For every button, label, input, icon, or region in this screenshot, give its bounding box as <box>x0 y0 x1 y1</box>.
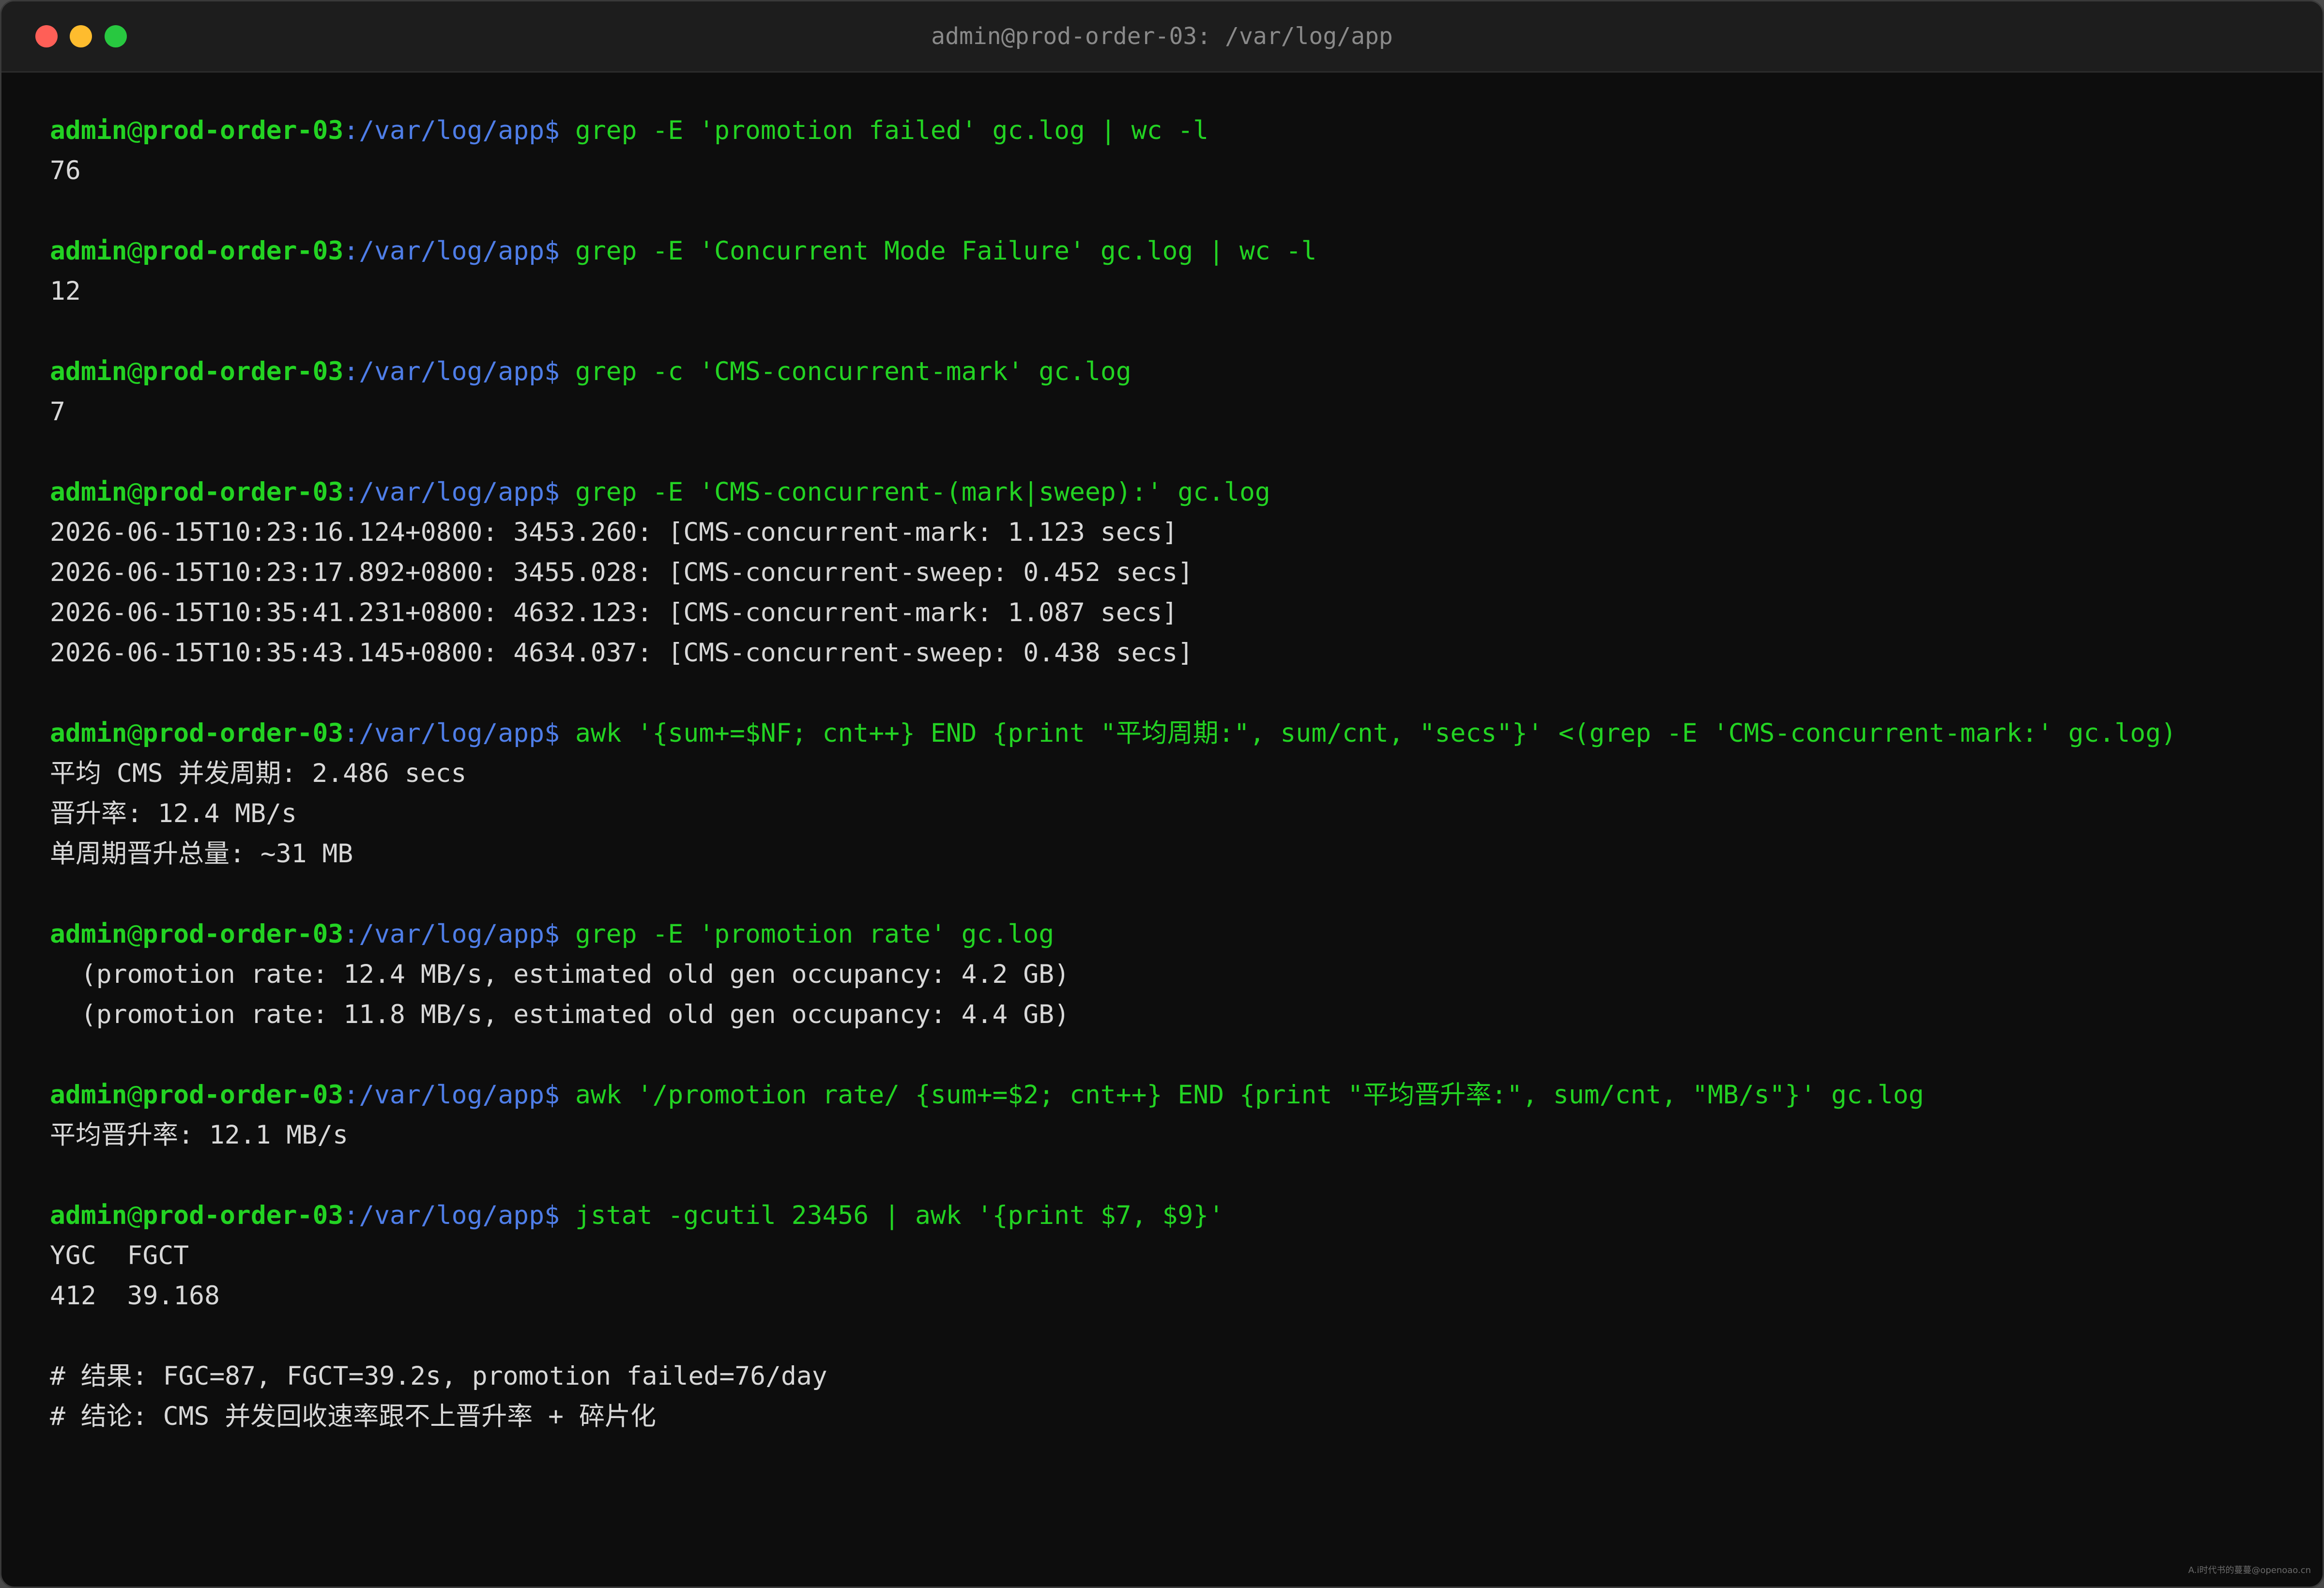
output-line: 412 39.168 <box>50 1281 220 1311</box>
prompt-host: prod-order-03 <box>142 116 344 145</box>
output-line: (promotion rate: 12.4 MB/s, estimated ol… <box>50 960 1070 989</box>
prompt-at: @ <box>127 1201 143 1230</box>
prompt-host: prod-order-03 <box>142 1080 344 1110</box>
prompt-dollar: $ <box>544 116 575 145</box>
terminal-window: admin@prod-order-03: /var/log/app admin@… <box>0 0 2324 1588</box>
command-line: admin@prod-order-03:/var/log/app$ grep -… <box>50 110 2303 151</box>
prompt-dollar: $ <box>544 236 575 266</box>
output-line: 76 <box>50 156 81 185</box>
prompt-path: /var/log/app <box>359 477 545 507</box>
command-line: admin@prod-order-03:/var/log/app$ grep -… <box>50 472 2303 512</box>
prompt-host: prod-order-03 <box>142 477 344 507</box>
command-text: grep -E 'promotion failed' gc.log | wc -… <box>575 116 1209 145</box>
output-line: 2026-06-15T10:35:41.231+0800: 4632.123: … <box>50 598 1178 627</box>
prompt-path: /var/log/app <box>359 919 545 949</box>
output-line: 平均 CMS 并发周期: 2.486 secs <box>50 759 467 788</box>
command-text: jstat -gcutil 23456 | awk '{print $7, $9… <box>575 1201 1224 1230</box>
prompt-colon: : <box>343 1080 359 1110</box>
output-line: 2026-06-15T10:35:43.145+0800: 4634.037: … <box>50 638 1193 668</box>
prompt-user: admin <box>50 718 127 748</box>
output-line: 单周期晋升总量: ~31 MB <box>50 839 353 869</box>
prompt-user: admin <box>50 357 127 386</box>
comment-line: # 结果: FGC=87, FGCT=39.2s, promotion fail… <box>50 1361 827 1391</box>
prompt-colon: : <box>343 116 359 145</box>
command-text: awk '{sum+=$NF; cnt++} END {print "平均周期:… <box>575 718 2177 748</box>
prompt-host: prod-order-03 <box>142 718 344 748</box>
prompt-path: /var/log/app <box>359 116 545 145</box>
command-text: grep -E 'Concurrent Mode Failure' gc.log… <box>575 236 1317 266</box>
window-title: admin@prod-order-03: /var/log/app <box>931 23 1393 50</box>
prompt-path: /var/log/app <box>359 357 545 386</box>
prompt-path: /var/log/app <box>359 1080 545 1110</box>
command-line: admin@prod-order-03:/var/log/app$ grep -… <box>50 351 2303 392</box>
watermark: A.i时代书的蔓蔓@openoao.cn <box>2188 1565 2311 1575</box>
prompt-user: admin <box>50 919 127 949</box>
command-text: grep -c 'CMS-concurrent-mark' gc.log <box>575 357 1131 386</box>
prompt-host: prod-order-03 <box>142 919 344 949</box>
prompt-dollar: $ <box>544 1201 575 1230</box>
output-line: 12 <box>50 276 81 306</box>
prompt-dollar: $ <box>544 718 575 748</box>
prompt-colon: : <box>343 477 359 507</box>
command-line: admin@prod-order-03:/var/log/app$ awk '/… <box>50 1075 2303 1115</box>
output-line: 晋升率: 12.4 MB/s <box>50 799 297 828</box>
prompt-colon: : <box>343 1201 359 1230</box>
command-line: admin@prod-order-03:/var/log/app$ awk '{… <box>50 713 2303 753</box>
prompt-user: admin <box>50 1080 127 1110</box>
prompt-user: admin <box>50 477 127 507</box>
command-line: admin@prod-order-03:/var/log/app$ jstat … <box>50 1195 2303 1236</box>
prompt-colon: : <box>343 919 359 949</box>
output-line: 2026-06-15T10:23:17.892+0800: 3455.028: … <box>50 558 1193 587</box>
prompt-at: @ <box>127 116 143 145</box>
terminal-output[interactable]: admin@prod-order-03:/var/log/app$ grep -… <box>50 110 2303 1436</box>
output-line: 2026-06-15T10:23:16.124+0800: 3453.260: … <box>50 518 1178 547</box>
prompt-at: @ <box>127 477 143 507</box>
prompt-user: admin <box>50 116 127 145</box>
command-line: admin@prod-order-03:/var/log/app$ grep -… <box>50 914 2303 954</box>
command-text: grep -E 'promotion rate' gc.log <box>575 919 1055 949</box>
output-line: YGC FGCT <box>50 1241 189 1270</box>
prompt-dollar: $ <box>544 919 575 949</box>
prompt-at: @ <box>127 919 143 949</box>
prompt-path: /var/log/app <box>359 718 545 748</box>
title-bar: admin@prod-order-03: /var/log/app <box>1 1 2323 73</box>
prompt-colon: : <box>343 236 359 266</box>
command-text: grep -E 'CMS-concurrent-(mark|sweep):' g… <box>575 477 1270 507</box>
prompt-user: admin <box>50 1201 127 1230</box>
prompt-colon: : <box>343 718 359 748</box>
output-line: (promotion rate: 11.8 MB/s, estimated ol… <box>50 1000 1070 1029</box>
prompt-host: prod-order-03 <box>142 1201 344 1230</box>
prompt-host: prod-order-03 <box>142 236 344 266</box>
prompt-path: /var/log/app <box>359 236 545 266</box>
output-line: 平均晋升率: 12.1 MB/s <box>50 1120 348 1150</box>
prompt-at: @ <box>127 236 143 266</box>
prompt-at: @ <box>127 1080 143 1110</box>
prompt-path: /var/log/app <box>359 1201 545 1230</box>
comment-line: # 结论: CMS 并发回收速率跟不上晋升率 + 碎片化 <box>50 1402 656 1431</box>
command-text: awk '/promotion rate/ {sum+=$2; cnt++} E… <box>575 1080 1924 1110</box>
command-line: admin@prod-order-03:/var/log/app$ grep -… <box>50 231 2303 271</box>
output-line: 7 <box>50 397 65 427</box>
prompt-host: prod-order-03 <box>142 357 344 386</box>
prompt-at: @ <box>127 718 143 748</box>
prompt-dollar: $ <box>544 477 575 507</box>
prompt-colon: : <box>343 357 359 386</box>
prompt-dollar: $ <box>544 1080 575 1110</box>
prompt-user: admin <box>50 236 127 266</box>
prompt-dollar: $ <box>544 357 575 386</box>
prompt-at: @ <box>127 357 143 386</box>
